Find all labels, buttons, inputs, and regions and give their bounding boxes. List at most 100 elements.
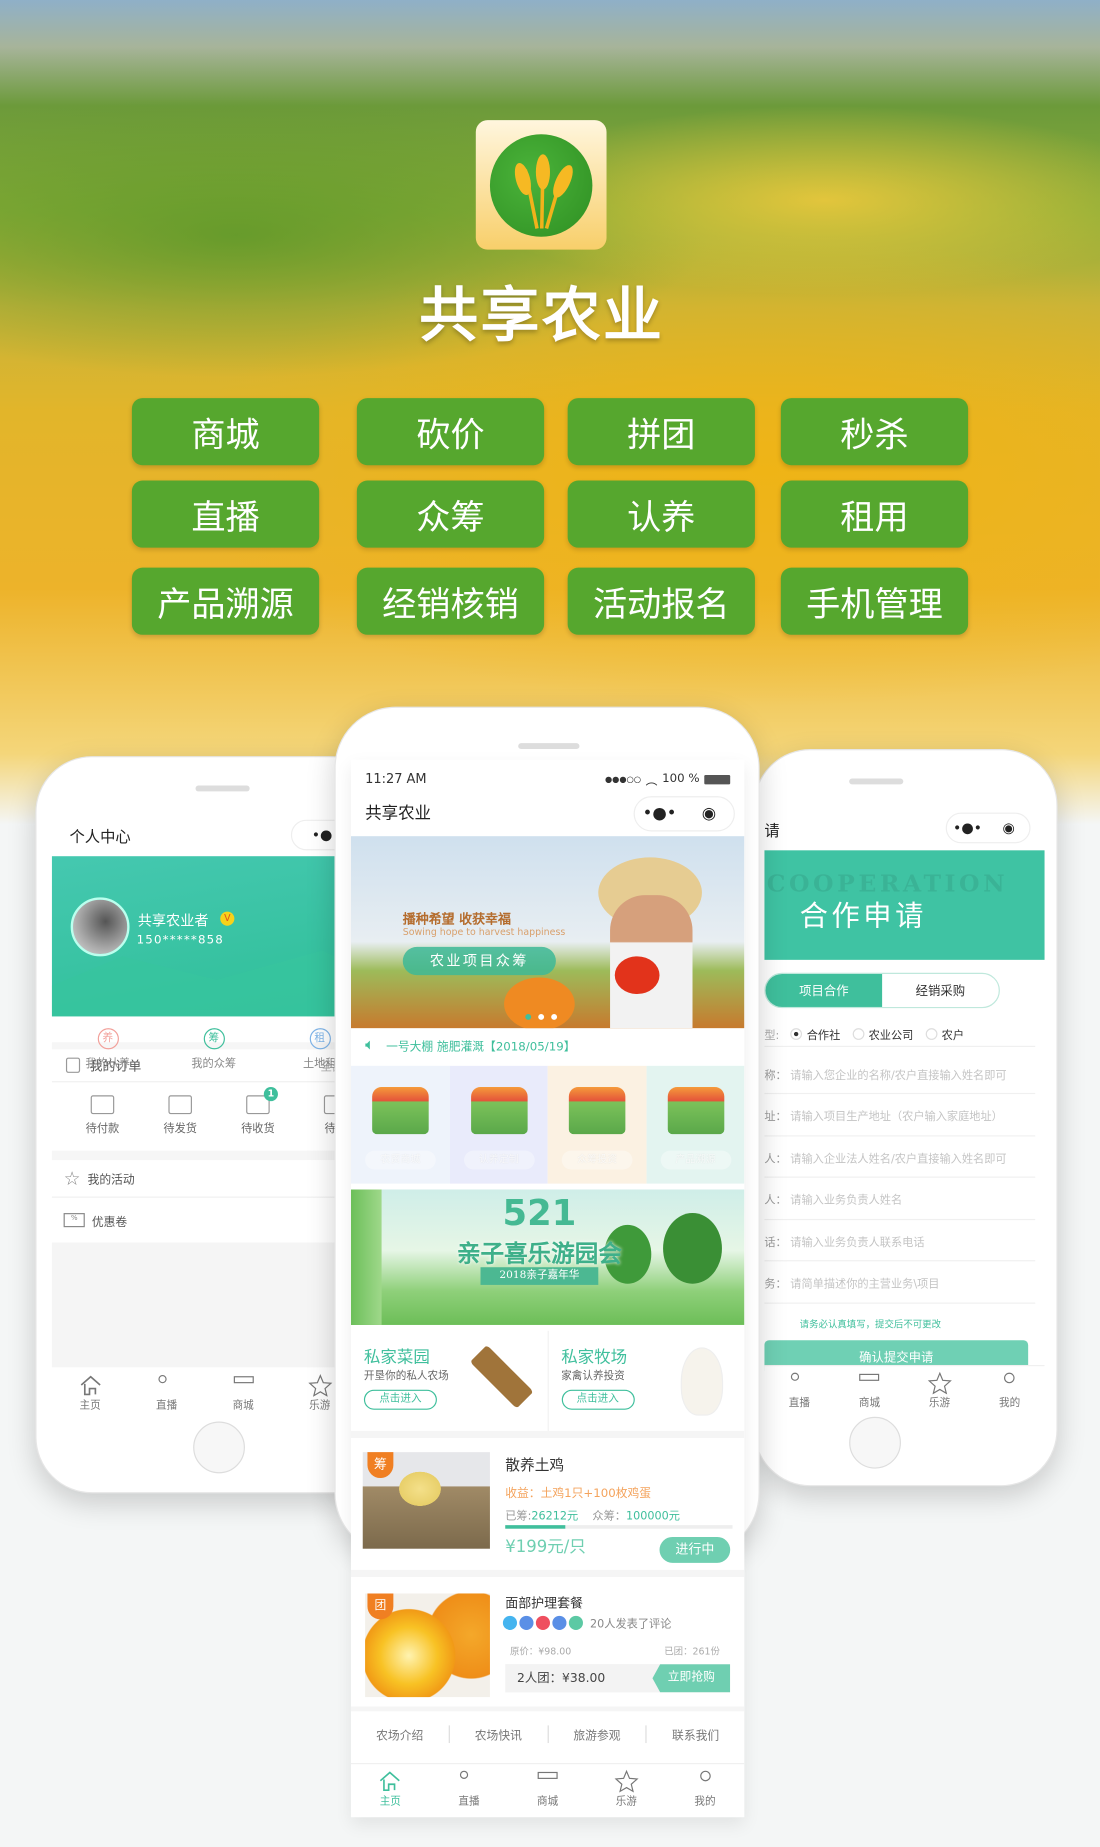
form-field[interactable]: 话： 请输入业务负责人联系电话 [764,1221,1036,1262]
tab-distribution-purchase[interactable]: 经销采购 [882,974,999,1007]
menu-label: 我的活动 [87,1174,135,1188]
feature-button[interactable]: 产品溯源 [131,567,320,635]
tab-label: 乐游 [615,1796,637,1808]
buy-now-button[interactable]: 立即抢购 [652,1664,731,1693]
more-button[interactable]: •●• [947,820,988,836]
banner-crowdfund-button[interactable]: 农业项目众筹 [402,946,556,976]
tab-shop[interactable]: 商城 [205,1373,282,1411]
form-field[interactable]: 人： 请输入业务负责人姓名 [764,1179,1036,1220]
tile-garden-adoption[interactable]: 认养定制 [449,1065,548,1184]
form-field[interactable]: 人： 请输入企业法人姓名/农户直接输入姓名即可 [764,1138,1036,1178]
promo-banner[interactable]: 521 亲子喜乐游园会 2018亲子嘉年华 [350,1189,745,1325]
tab-home[interactable]: 主页 [52,1373,129,1411]
tile-farm-traceability[interactable]: 产品溯源 [645,1065,745,1184]
tab-video[interactable]: 直播 [128,1373,205,1411]
tab-video[interactable]: 直播 [764,1371,834,1410]
field-label: 称： [764,1068,787,1082]
tab-shop[interactable]: 商城 [508,1769,587,1808]
carousel-dots[interactable] [525,1014,558,1020]
private-garden-card[interactable]: 私家菜园 开垦你的私人农场 点击进入 [351,1330,549,1431]
menu-coupons[interactable]: % 优惠卷 [52,1198,358,1243]
home-icon [380,1771,401,1791]
tile-label: 农贸商城 [365,1150,436,1170]
tab-label: 乐游 [928,1397,951,1410]
avatar[interactable] [70,897,130,957]
private-ranch-card[interactable]: 私家牧场 家禽认养投资 点击进入 [548,1331,744,1431]
menu-label: 优惠卷 [91,1216,128,1229]
promo-title: 亲子喜乐游园会 [456,1238,622,1268]
feature-button[interactable]: 拼团 [567,398,755,466]
funding-progress [505,1525,733,1529]
form-field[interactable]: 址： 请输入项目生产地址（农户输入家庭地址） [764,1096,1036,1136]
signal-icon: ●●●○○ [604,774,641,784]
type-radio[interactable]: 合作社 [790,1025,841,1042]
tab-home[interactable]: 主页 [351,1769,430,1808]
form-field[interactable]: 务： 请简单描述你的主营业务\项目 [764,1263,1036,1304]
tab-shop[interactable]: 商城 [834,1371,904,1410]
footer-link[interactable]: 农场介绍 [351,1725,450,1744]
feature-button[interactable]: 经销核销 [356,567,545,635]
home-icon [80,1375,101,1396]
order-status-item[interactable]: 待发货 [139,1095,221,1135]
feature-button[interactable]: 秒杀 [780,398,969,466]
feature-button[interactable]: 众筹 [356,480,545,548]
quick-link[interactable]: 养我的认养 [64,1028,152,1071]
product-yield: 收益：土鸡1只+100枚鸡蛋 [505,1487,652,1501]
field-label: 址： [764,1110,787,1124]
chicken-icon [680,1347,723,1416]
menu-my-activities[interactable]: ☆ 我的活动 [51,1150,359,1198]
cooperation-screen: 请 •●• ◉ COOPERATION 合作申请 项目合作 经销采购 型: 合作社… [764,809,1045,1410]
field-placeholder: 请输入业务负责人姓名 [790,1194,903,1208]
tab-label: 商城 [537,1796,559,1808]
card-title: 私家牧场 [561,1348,628,1368]
tile-market-cart[interactable]: 农贸商城 [350,1065,450,1184]
user-phone: 150*****858 [136,933,224,947]
tab-star[interactable]: 乐游 [904,1371,974,1410]
status-badge[interactable]: 进行中 [659,1536,731,1563]
product-card-group-buy[interactable]: 团 面部护理套餐 20人发表了评论 原价：¥98.00 已团：261份 2人团：… [351,1577,744,1707]
tile-farmer-crowdfund[interactable]: 众筹投资 [547,1065,646,1184]
tab-user[interactable]: 我的 [666,1769,745,1808]
footer-link[interactable]: 联系我们 [647,1725,744,1743]
more-button[interactable]: •●• [635,804,684,823]
order-status-item[interactable]: 待付款 [61,1095,143,1135]
feature-button[interactable]: 砍价 [356,398,545,466]
close-button[interactable]: ◉ [684,804,733,823]
feature-button[interactable]: 商城 [131,398,320,466]
notice-bar[interactable]: 🔈︎ 一号大棚 施肥灌溉【2018/05/19】 [365,1033,575,1057]
hero-title: 合作申请 [799,899,927,933]
close-button[interactable]: ◉ [988,820,1029,836]
feature-button[interactable]: 手机管理 [780,567,969,635]
vip-badge: V [220,911,235,926]
status-bar-right: ●●●○○ ︵ 100 % [604,770,731,788]
field-placeholder: 请输入项目生产地址（农户输入家庭地址） [790,1110,1003,1124]
tab-label: 商城 [858,1397,881,1410]
home-button [849,1416,901,1469]
field-label: 话： [764,1236,787,1249]
card-icon [90,1095,115,1115]
feature-button[interactable]: 活动报名 [567,567,755,635]
type-radio[interactable]: 农户 [925,1025,964,1042]
footer-link[interactable]: 旅游参观 [548,1725,647,1744]
form-field[interactable]: 称： 请输入您企业的名称/农户直接输入姓名即可 [764,1054,1036,1095]
user-icon [1004,1372,1015,1384]
product-card-chicken[interactable]: 筹 散养土鸡 收益：土鸡1只+100枚鸡蛋 已筹:26212元 众筹：10000… [351,1438,744,1570]
count-badge: 1 [263,1087,278,1102]
tab-user[interactable]: 我的 [975,1371,1045,1410]
feature-button[interactable]: 认养 [567,480,755,548]
profile-header: 共享农业者 V 150*****858 [51,856,359,1017]
enter-button[interactable]: 点击进入 [561,1389,635,1410]
feature-button[interactable]: 直播 [131,480,320,548]
tab-project-cooperation[interactable]: 项目合作 [765,973,883,1007]
hero-banner[interactable]: 播种希望 收获幸福 Sowing hope to harvest happine… [350,836,745,1029]
enter-button[interactable]: 点击进入 [363,1389,437,1410]
tab-star[interactable]: 乐游 [587,1769,666,1808]
feature-button[interactable]: 租用 [780,480,969,548]
tab-video[interactable]: 直播 [430,1769,509,1808]
order-status-item[interactable]: 1 待收货 [217,1087,299,1135]
radio-label: 合作社 [806,1028,841,1042]
quick-icon: 租 [309,1028,331,1050]
quick-link[interactable]: 筹我的众筹 [170,1028,258,1071]
type-radio[interactable]: 农业公司 [852,1025,913,1042]
footer-link[interactable]: 农场快讯 [450,1725,549,1744]
